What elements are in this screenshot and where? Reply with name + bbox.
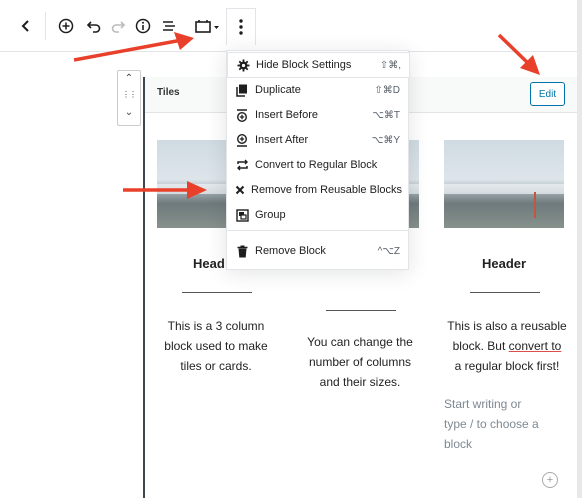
column-paragraph[interactable]: You can change the number of columns and… <box>293 332 427 392</box>
menu-item-label: Remove Block <box>255 245 326 257</box>
paragraph-line: block used to make <box>164 339 268 353</box>
paragraph-line: You can change the <box>307 335 413 349</box>
spellcheck-underlined-text: convert to <box>508 339 562 353</box>
placeholder-line: type / to choose a <box>444 417 539 431</box>
duplicate-icon <box>235 83 249 97</box>
menu-item-duplicate[interactable]: Duplicate ⇧⌘D <box>227 78 408 102</box>
menu-item-convert-to-regular-block[interactable]: Convert to Regular Block <box>227 153 408 177</box>
edit-button[interactable]: Edit <box>530 82 565 106</box>
annotation-arrow-icon <box>73 32 194 62</box>
menu-item-shortcut: ⇧⌘D <box>374 84 400 96</box>
close-icon <box>235 183 245 197</box>
menu-item-shortcut: ^⌥Z <box>377 245 400 257</box>
column-image[interactable] <box>444 140 564 228</box>
move-down-icon[interactable]: ⌄ <box>118 107 140 118</box>
column-header[interactable]: Header <box>482 256 526 271</box>
paragraph-line: This is also a reusable <box>447 319 567 333</box>
column-paragraph[interactable]: This is also a reusable block. But conve… <box>440 316 574 376</box>
separator <box>470 292 540 293</box>
vertical-dots-icon[interactable] <box>226 8 256 45</box>
column-header[interactable]: Head <box>193 256 225 271</box>
block-title: Tiles <box>157 87 180 98</box>
menu-item-label: Insert After <box>255 134 309 146</box>
drag-handle-icon[interactable]: ⋮⋮ <box>118 90 140 99</box>
paragraph-line: number of columns <box>308 355 412 369</box>
block-settings-menu: Hide Block Settings ⇧⌘, Duplicate ⇧⌘D In… <box>226 50 410 270</box>
gear-icon <box>236 58 250 72</box>
menu-item-remove-block[interactable]: Remove Block ^⌥Z <box>227 239 408 263</box>
placeholder-line: block <box>444 437 473 451</box>
column-paragraph[interactable]: This is a 3 column block used to make ti… <box>152 316 280 376</box>
menu-item-group[interactable]: Group <box>227 203 408 227</box>
menu-item-label: Duplicate <box>255 84 301 96</box>
separator <box>182 292 252 293</box>
block-placeholder[interactable]: Start writing or type / to choose a bloc… <box>444 394 564 454</box>
add-block-icon[interactable]: + <box>542 472 558 488</box>
paragraph-text: block. But <box>452 339 509 353</box>
editor-page: ⌃ ⋮⋮ ⌄ Tiles Edit Head Header This is a … <box>0 0 577 498</box>
menu-item-shortcut: ⌥⌘T <box>372 109 400 121</box>
toolbar-divider <box>45 12 46 40</box>
paragraph-line: block. But convert to <box>440 336 574 356</box>
menu-separator <box>227 230 408 231</box>
insert-before-icon <box>235 108 249 122</box>
separator <box>326 310 396 311</box>
block-mover: ⌃ ⋮⋮ ⌄ <box>117 70 141 126</box>
paragraph-line: and their sizes. <box>319 375 401 389</box>
convert-icon <box>235 158 249 172</box>
menu-item-hide-block-settings[interactable]: Hide Block Settings ⇧⌘, <box>227 52 410 78</box>
paragraph-line: This is a 3 column <box>167 319 265 333</box>
menu-item-label: Remove from Reusable Blocks <box>251 184 403 196</box>
annotation-arrow-icon <box>123 181 207 199</box>
window-edge <box>577 0 582 498</box>
menu-item-shortcut: ⇧⌘, <box>379 59 401 71</box>
menu-item-shortcut: ⌥⌘Y <box>371 134 400 146</box>
placeholder-line: Start writing or <box>444 397 522 411</box>
paragraph-line: tiles or cards. <box>180 359 252 373</box>
menu-item-insert-after[interactable]: Insert After ⌥⌘Y <box>227 128 408 152</box>
menu-item-insert-before[interactable]: Insert Before ⌥⌘T <box>227 103 408 127</box>
trash-icon <box>235 244 249 258</box>
menu-item-label: Convert to Regular Block <box>255 159 378 171</box>
annotation-arrow-icon <box>497 33 540 75</box>
move-up-icon[interactable]: ⌃ <box>118 73 140 84</box>
paragraph-line: a regular block first! <box>454 359 560 373</box>
chevron-left-icon[interactable] <box>16 12 36 40</box>
group-icon <box>235 208 249 222</box>
menu-item-label: Group <box>255 209 286 221</box>
menu-item-label: Hide Block Settings <box>256 59 352 71</box>
menu-item-remove-from-reusable[interactable]: Remove from Reusable Blocks <box>227 178 408 202</box>
menu-item-label: Insert Before <box>255 109 318 121</box>
insert-after-icon <box>235 133 249 147</box>
